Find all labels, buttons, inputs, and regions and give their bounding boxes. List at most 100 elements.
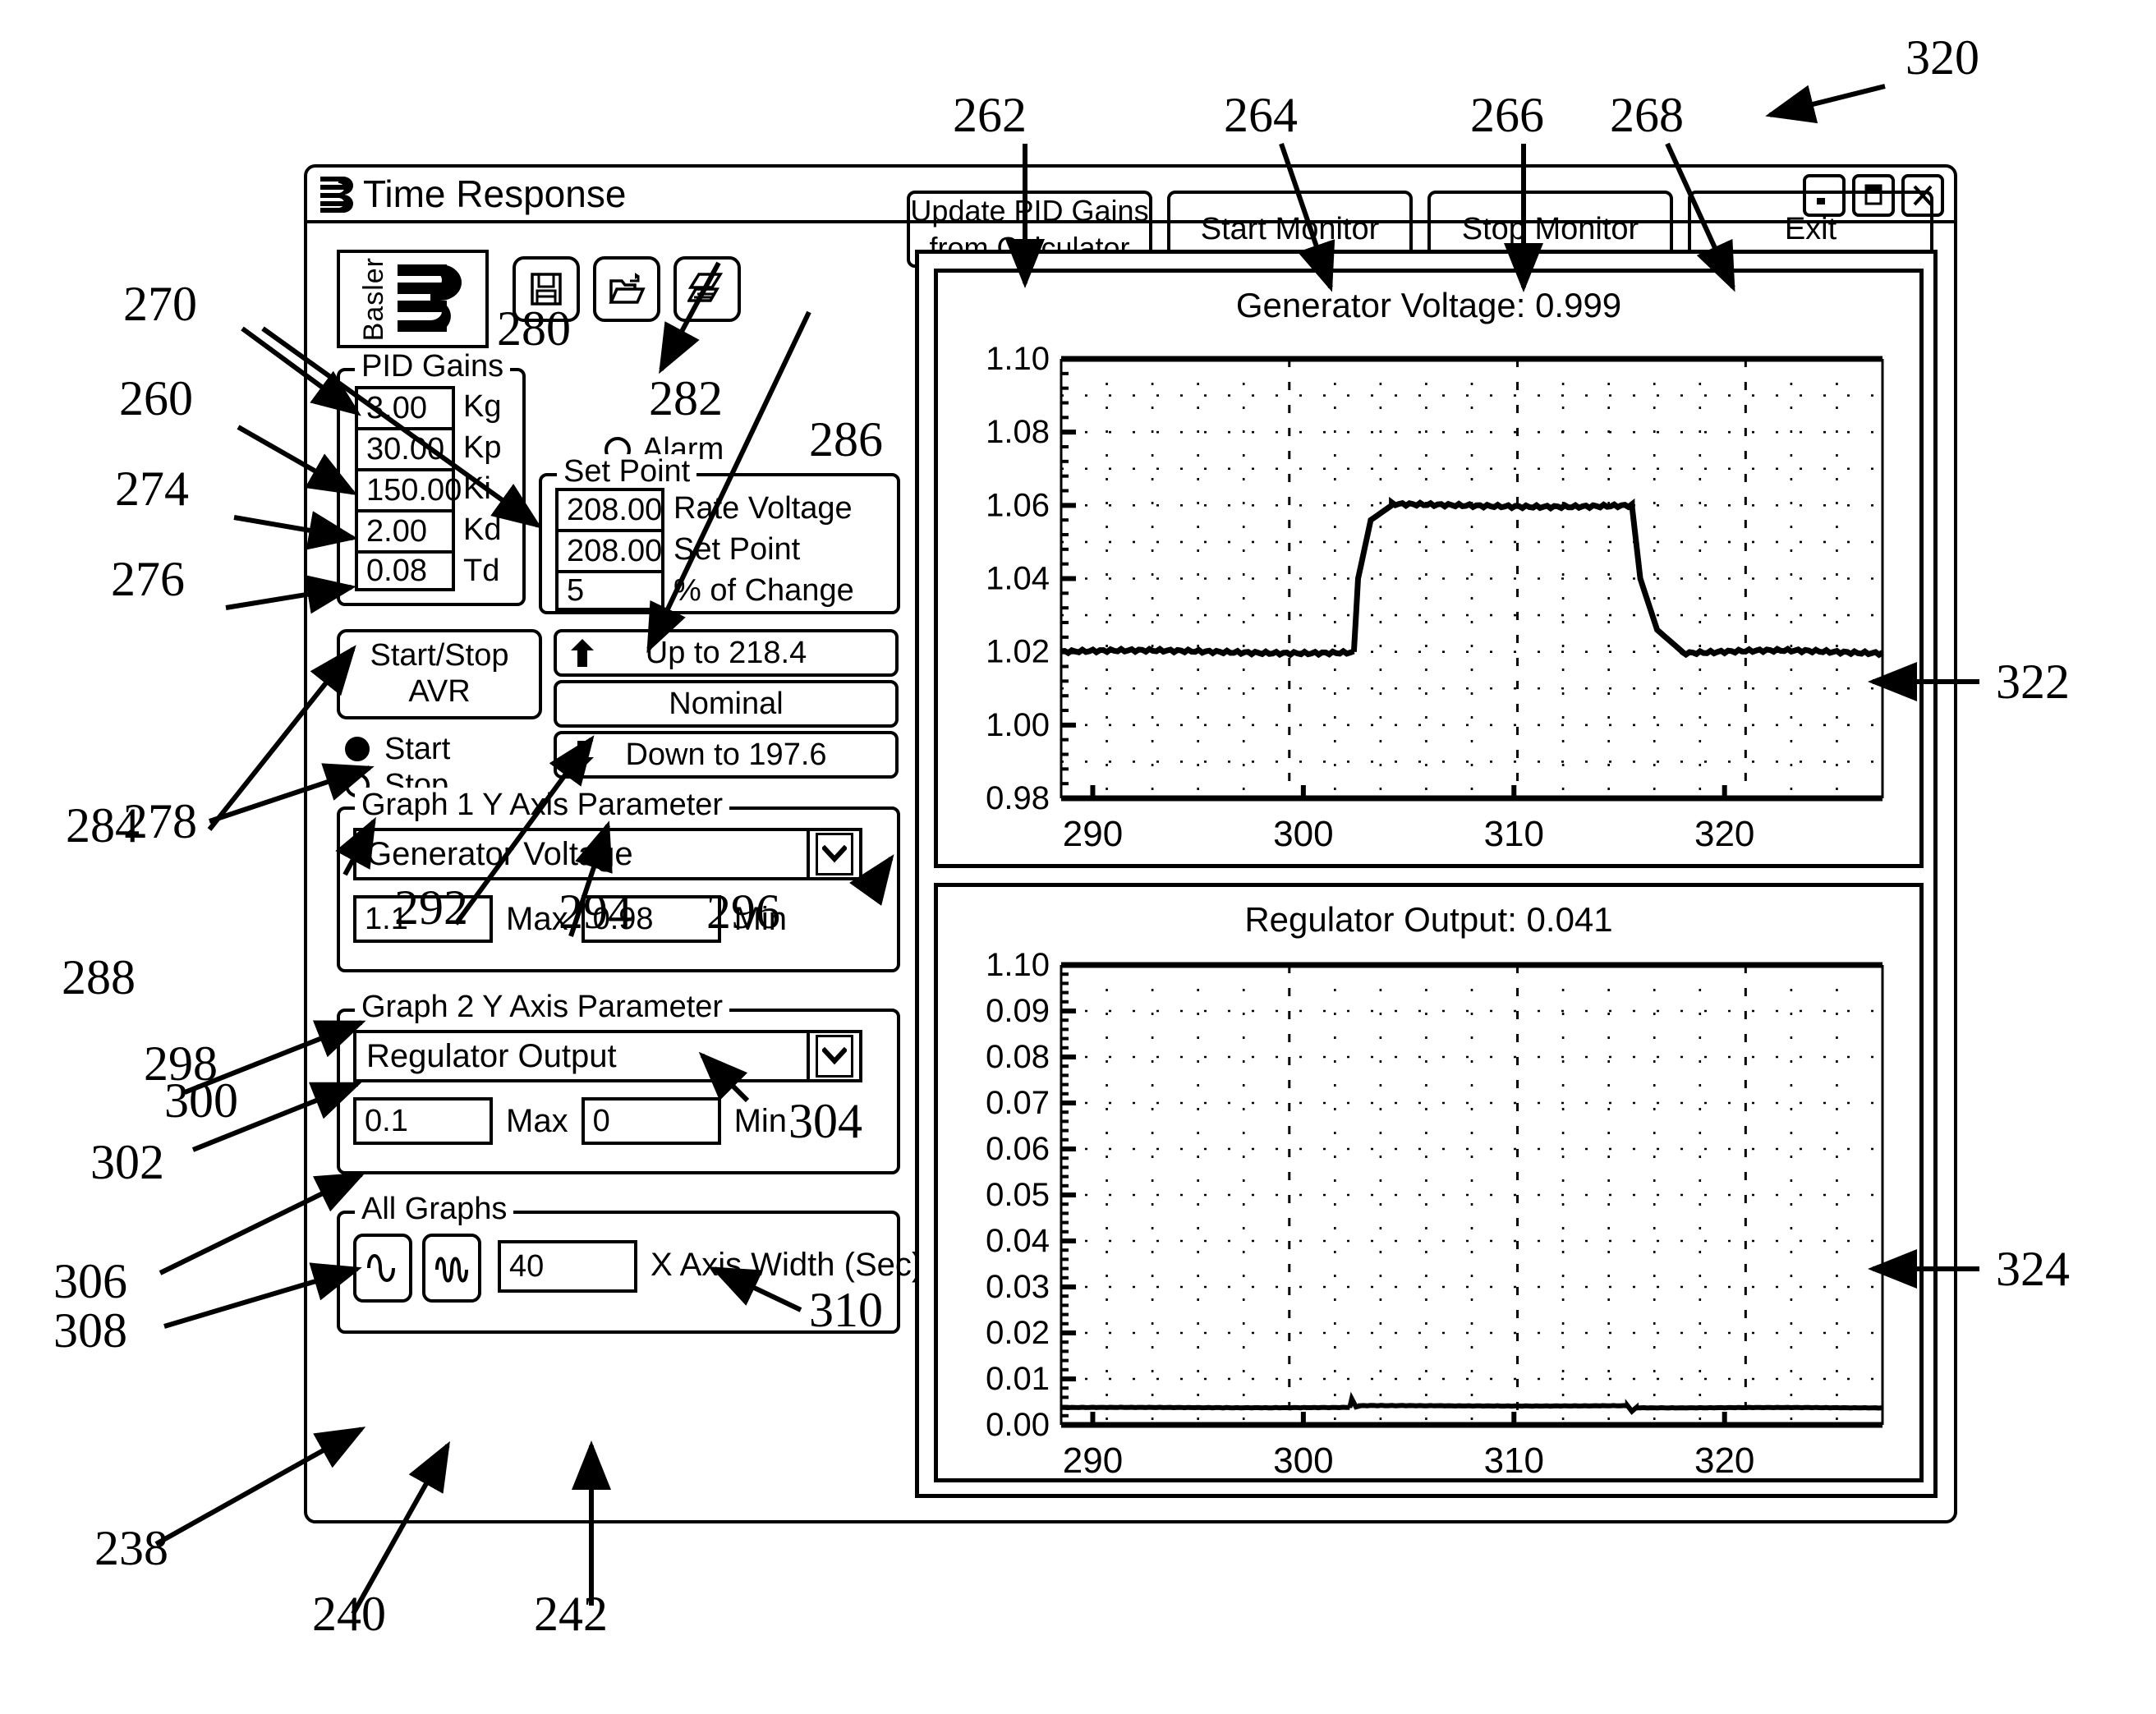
set-point-fields: 208.00 208.00 5 — [555, 488, 664, 611]
svg-text:300: 300 — [1273, 1441, 1333, 1478]
callout-284: 284 — [66, 798, 140, 852]
callout-320: 320 — [1905, 30, 1979, 85]
radio-start-icon — [345, 737, 370, 761]
graph2-parameter-select[interactable]: Regulator Output — [353, 1030, 862, 1082]
graph2-selected-value: Regulator Output — [366, 1037, 617, 1074]
nominal-button[interactable]: Nominal — [554, 680, 899, 728]
svg-text:300: 300 — [1273, 814, 1333, 854]
svg-text:320: 320 — [1694, 814, 1754, 854]
radio-start[interactable]: Start — [345, 731, 450, 767]
kg-field[interactable]: 3.00 — [355, 386, 455, 427]
svg-text:0.06: 0.06 — [986, 1131, 1050, 1167]
svg-text:310: 310 — [1484, 1441, 1544, 1478]
multi-wave-button[interactable] — [422, 1234, 481, 1303]
arrow-down-icon — [557, 738, 608, 771]
graph2-y-axis-group: Graph 2 Y Axis Parameter Regulator Outpu… — [337, 990, 900, 1174]
multi-wave-icon — [435, 1257, 468, 1283]
window-title: Time Response — [363, 172, 627, 215]
callout-264: 264 — [1224, 88, 1298, 142]
graph2-min-field[interactable]: 0 — [581, 1097, 721, 1145]
up-to-label: Up to 218.4 — [645, 635, 807, 670]
chevron-down-icon[interactable] — [807, 831, 859, 877]
up-to-button[interactable]: Up to 218.4 — [554, 629, 899, 677]
callout-308: 308 — [53, 1303, 127, 1358]
kg-label: Kg — [463, 389, 502, 424]
callout-294: 294 — [559, 885, 632, 939]
open-folder-icon — [609, 273, 646, 304]
callout-242: 242 — [534, 1587, 608, 1641]
down-to-button[interactable]: Down to 197.6 — [554, 731, 899, 779]
callout-268: 268 — [1610, 88, 1684, 142]
chart1-plot: 0.98 1.00 1.02 1.04 1.06 1.08 1.10 290 300 310 32… — [986, 341, 1884, 854]
svg-text:0.04: 0.04 — [986, 1223, 1050, 1259]
kd-field[interactable]: 2.00 — [355, 509, 455, 550]
svg-text:0.02: 0.02 — [986, 1315, 1050, 1351]
single-wave-icon — [367, 1254, 395, 1282]
callout-274: 274 — [115, 462, 189, 516]
graph2-legend: Graph 2 Y Axis Parameter — [355, 990, 730, 1025]
td-label: Td — [463, 554, 500, 588]
callout-280: 280 — [497, 301, 571, 356]
callout-296: 296 — [706, 885, 780, 939]
print-button[interactable] — [673, 256, 741, 322]
printer-icon — [687, 273, 724, 302]
graph-panel: Generator Voltage: 0.999 0.98 1.00 1.02 1.0… — [915, 250, 1938, 1498]
callout-324: 324 — [1996, 1242, 2070, 1296]
svg-text:0.09: 0.09 — [986, 993, 1050, 1029]
basler-b-icon — [398, 264, 462, 332]
callout-238: 238 — [94, 1521, 168, 1575]
graph2-max-label: Max — [506, 1102, 568, 1139]
graph2-range-row: 0.1 Max 0 Min — [353, 1097, 800, 1145]
callout-262: 262 — [953, 88, 1027, 142]
set-point-field[interactable]: 208.00 — [555, 529, 664, 570]
pid-gains-fields: 3.00 30.00 150.00 2.00 0.08 — [355, 386, 462, 591]
svg-text:320: 320 — [1694, 1441, 1754, 1478]
td-field[interactable]: 0.08 — [355, 550, 455, 591]
callout-240: 240 — [312, 1587, 386, 1641]
x-axis-width-field[interactable]: 40 — [498, 1240, 637, 1293]
single-wave-button[interactable] — [353, 1234, 412, 1303]
svg-text:0.05: 0.05 — [986, 1177, 1050, 1213]
radio-start-label: Start — [384, 731, 451, 766]
nominal-label: Nominal — [669, 686, 784, 721]
rate-voltage-field[interactable]: 208.00 — [555, 488, 664, 529]
callout-322: 322 — [1996, 655, 2070, 709]
svg-text:0.00: 0.00 — [986, 1407, 1050, 1443]
avr-button-line2: AVR — [408, 674, 471, 709]
pid-gains-legend: PID Gains — [355, 349, 511, 384]
start-stop-avr-button[interactable]: Start/Stop AVR — [337, 629, 542, 719]
update-pid-line1: Update PID Gains — [910, 194, 1149, 227]
chevron-down-icon[interactable] — [807, 1033, 859, 1079]
pid-gains-labels: Kg Kp Ki Kd Td — [463, 386, 529, 591]
callout-282: 282 — [649, 371, 723, 425]
graph1-selected-value: Generator Voltage — [366, 835, 633, 872]
set-point-labels: Rate Voltage Set Point % of Change — [673, 488, 854, 611]
svg-text:0.07: 0.07 — [986, 1085, 1050, 1121]
svg-text:0.08: 0.08 — [986, 1039, 1050, 1075]
kd-label: Kd — [463, 512, 502, 547]
ki-field[interactable]: 150.00 — [355, 468, 462, 509]
graph1-parameter-select[interactable]: Generator Voltage — [353, 828, 862, 880]
x-axis-width-label: X Axis Width (Sec) — [650, 1247, 923, 1283]
avr-button-line1: Start/Stop — [370, 638, 509, 673]
arrow-up-icon — [557, 636, 608, 669]
pid-gains-group: PID Gains 3.00 30.00 150.00 2.00 0.08 Kg… — [337, 349, 529, 606]
time-response-window: Time Response Basler PID Gains 3.00 30.0… — [304, 164, 1957, 1523]
percent-change-field[interactable]: 5 — [555, 570, 664, 611]
graph1-legend: Graph 1 Y Axis Parameter — [355, 788, 730, 823]
callout-306: 306 — [53, 1254, 127, 1308]
callout-288: 288 — [62, 950, 136, 1004]
kp-field[interactable]: 30.00 — [355, 427, 455, 468]
rate-voltage-label: Rate Voltage — [673, 491, 853, 526]
callout-266: 266 — [1470, 88, 1544, 142]
ki-label: Ki — [463, 471, 491, 506]
graph2-min-label: Min — [733, 1102, 788, 1139]
callout-292: 292 — [394, 880, 468, 935]
svg-text:310: 310 — [1484, 814, 1544, 854]
open-button[interactable] — [593, 256, 660, 322]
kp-label: Kp — [463, 430, 502, 465]
callout-260: 260 — [119, 371, 193, 425]
svg-text:0.03: 0.03 — [986, 1269, 1050, 1305]
graph2-max-field[interactable]: 0.1 — [353, 1097, 493, 1145]
all-graphs-legend: All Graphs — [355, 1192, 514, 1227]
